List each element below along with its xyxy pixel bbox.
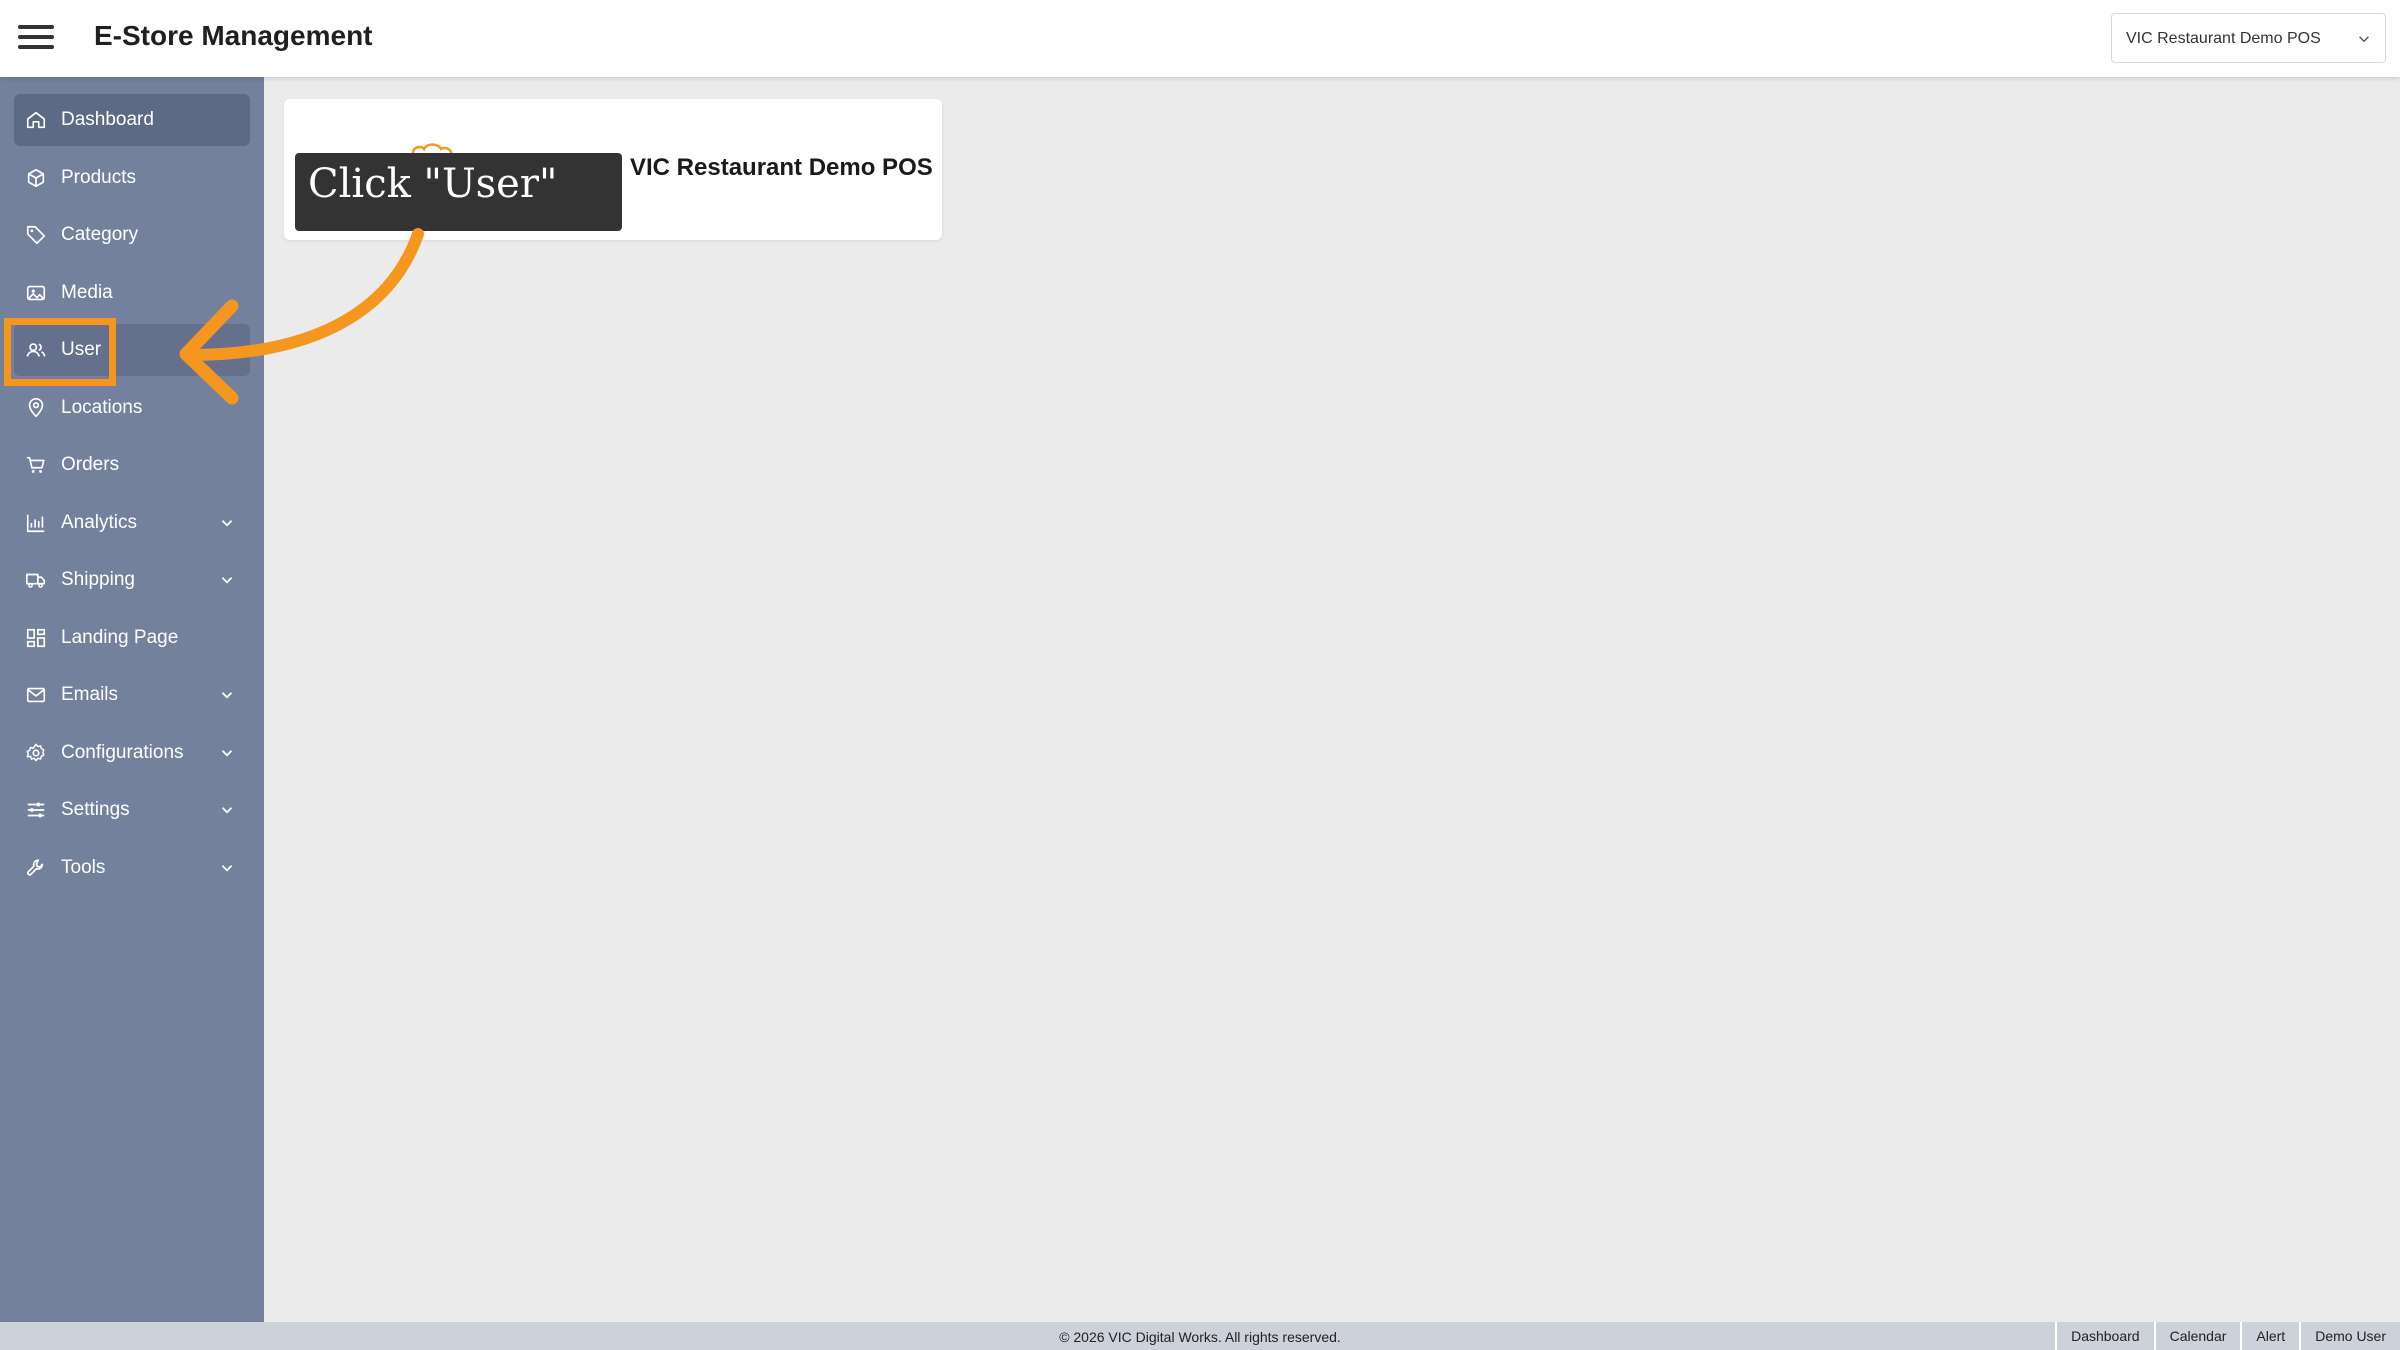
sidebar-item-locations[interactable]: Locations bbox=[14, 382, 250, 434]
sidebar: Dashboard Products Category Media User L… bbox=[0, 77, 264, 1322]
instruction-text: Click "User" bbox=[308, 161, 558, 207]
sidebar-item-configurations[interactable]: Configurations bbox=[14, 727, 250, 779]
footer-link-dashboard[interactable]: Dashboard bbox=[2055, 1322, 2154, 1350]
chevron-down-icon[interactable] bbox=[218, 571, 236, 589]
sidebar-item-label: Landing Page bbox=[61, 627, 179, 648]
mail-icon bbox=[26, 687, 46, 703]
sidebar-item-label: Shipping bbox=[61, 569, 135, 590]
chevron-down-icon[interactable] bbox=[218, 801, 236, 819]
chevron-down-icon[interactable] bbox=[218, 514, 236, 532]
wrench-icon bbox=[27, 859, 44, 876]
sidebar-item-products[interactable]: Products bbox=[14, 152, 250, 204]
sidebar-item-label: Dashboard bbox=[61, 109, 154, 130]
top-header: E-Store Management VIC Restaurant Demo P… bbox=[0, 0, 2400, 77]
highlight-box bbox=[4, 318, 116, 386]
footer: © 2026 VIC Digital Works. All rights res… bbox=[0, 1322, 2400, 1350]
sidebar-item-emails[interactable]: Emails bbox=[14, 669, 250, 721]
map-pin-icon bbox=[28, 398, 44, 418]
cart-icon bbox=[26, 456, 45, 473]
sidebar-item-label: Emails bbox=[61, 684, 119, 705]
footer-link-calendar[interactable]: Calendar bbox=[2153, 1322, 2241, 1350]
sidebar-item-shipping[interactable]: Shipping bbox=[14, 554, 250, 606]
sidebar-item-label: Analytics bbox=[61, 512, 138, 533]
sidebar-item-media[interactable]: Media bbox=[14, 267, 250, 319]
sidebar-item-label: Products bbox=[61, 167, 136, 188]
sidebar-item-label: Media bbox=[61, 282, 113, 303]
sliders-icon bbox=[27, 802, 45, 818]
sidebar-item-orders[interactable]: Orders bbox=[14, 439, 250, 491]
footer-link-demo-user[interactable]: Demo User bbox=[2299, 1322, 2400, 1350]
home-icon bbox=[26, 111, 46, 129]
hamburger-menu-icon[interactable] bbox=[18, 22, 54, 54]
bar-chart-icon bbox=[26, 514, 45, 533]
footer-links: Dashboard Calendar Alert Demo User bbox=[2055, 1322, 2400, 1350]
sidebar-item-landing-page[interactable]: Landing Page bbox=[14, 612, 250, 664]
sidebar-item-category[interactable]: Category bbox=[14, 209, 250, 261]
gear-icon bbox=[26, 743, 45, 762]
truck-icon bbox=[26, 573, 46, 588]
instruction-callout: Click "User" bbox=[295, 153, 622, 231]
sidebar-item-analytics[interactable]: Analytics bbox=[14, 497, 250, 549]
sidebar-item-label: Locations bbox=[61, 397, 143, 418]
sidebar-item-label: Orders bbox=[61, 454, 120, 475]
tag-icon bbox=[26, 225, 46, 245]
sidebar-item-label: Tools bbox=[61, 857, 106, 878]
app-title: E-Store Management bbox=[94, 20, 373, 51]
sidebar-item-label: Category bbox=[61, 224, 139, 245]
chevron-down-icon[interactable] bbox=[218, 744, 236, 762]
footer-link-alert[interactable]: Alert bbox=[2240, 1322, 2299, 1350]
sidebar-item-label: Configurations bbox=[61, 742, 184, 763]
store-selector[interactable]: VIC Restaurant Demo POS bbox=[2111, 13, 2386, 63]
store-name: VIC Restaurant Demo POS bbox=[630, 154, 933, 181]
chevron-down-icon[interactable] bbox=[218, 859, 236, 877]
copyright-text: © 2026 VIC Digital Works. All rights res… bbox=[1059, 1329, 1341, 1345]
chevron-down-icon bbox=[2359, 36, 2369, 43]
sidebar-item-settings[interactable]: Settings bbox=[14, 784, 250, 836]
store-selector-value: VIC Restaurant Demo POS bbox=[2126, 30, 2321, 47]
sidebar-item-tools[interactable]: Tools bbox=[14, 842, 250, 894]
sidebar-item-label: Settings bbox=[61, 799, 130, 820]
chevron-down-icon[interactable] bbox=[218, 686, 236, 704]
box-icon bbox=[27, 168, 45, 188]
sidebar-item-dashboard[interactable]: Dashboard bbox=[14, 94, 250, 146]
image-icon bbox=[26, 285, 46, 301]
grid-icon bbox=[26, 628, 46, 648]
